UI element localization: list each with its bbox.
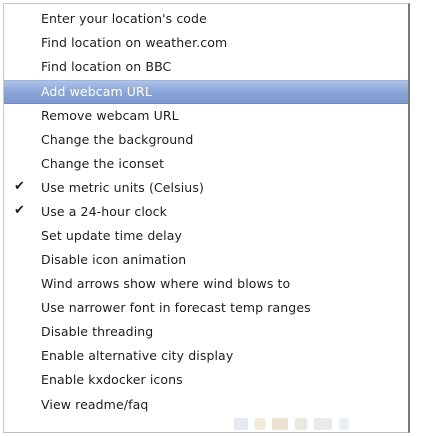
menu-item-disable-threading[interactable]: Disable threading <box>4 320 408 344</box>
menu-item-label: View readme/faq <box>41 397 149 412</box>
menu-item-enter-location-code[interactable]: Enter your location's code <box>4 7 408 31</box>
menu-item-find-weather-com[interactable]: Find location on weather.com <box>4 31 408 55</box>
menu-item-update-time-delay[interactable]: Set update time delay <box>4 224 408 248</box>
menu-item-label: Enable kxdocker icons <box>41 372 183 387</box>
menu-item-label: Add webcam URL <box>41 84 152 99</box>
menu-item-label: Use metric units (Celsius) <box>41 180 204 195</box>
checkmark-icon: ✔ <box>14 203 25 218</box>
menu-item-24-hour-clock[interactable]: ✔ Use a 24-hour clock <box>4 200 408 224</box>
background-bleed-through <box>234 415 410 432</box>
menu-item-label: Use a 24-hour clock <box>41 204 167 219</box>
menu-item-disable-icon-animation[interactable]: Disable icon animation <box>4 248 408 272</box>
menu-item-label: Change the background <box>41 132 194 147</box>
menu-item-label: Remove webcam URL <box>41 108 179 123</box>
menu-item-label: Use narrower font in forecast temp range… <box>41 300 311 315</box>
menu-item-add-webcam-url[interactable]: Add webcam URL <box>4 80 408 104</box>
menu-item-wind-arrows[interactable]: Wind arrows show where wind blows to <box>4 272 408 296</box>
menu-item-alternative-city-display[interactable]: Enable alternative city display <box>4 344 408 368</box>
menu-item-change-background[interactable]: Change the background <box>4 128 408 152</box>
menu-item-metric-units[interactable]: ✔ Use metric units (Celsius) <box>4 176 408 200</box>
menu-item-label: Disable threading <box>41 324 154 339</box>
checkmark-icon: ✔ <box>14 179 25 194</box>
menu-item-narrower-font[interactable]: Use narrower font in forecast temp range… <box>4 296 408 320</box>
menu-item-remove-webcam-url[interactable]: Remove webcam URL <box>4 104 408 128</box>
menu-item-label: Find location on weather.com <box>41 35 228 50</box>
menu-item-label: Find location on BBC <box>41 59 172 74</box>
menu-item-label: Enter your location's code <box>41 11 207 26</box>
menu-item-label: Change the iconset <box>41 156 165 171</box>
menu-item-label: Enable alternative city display <box>41 348 234 363</box>
menu-item-kxdocker-icons[interactable]: Enable kxdocker icons <box>4 368 408 392</box>
context-menu: Enter your location's code Find location… <box>3 3 410 433</box>
menu-item-label: Set update time delay <box>41 228 182 243</box>
menu-item-label: Disable icon animation <box>41 252 187 267</box>
menu-item-view-readme[interactable]: View readme/faq <box>4 393 408 417</box>
menu-item-label: Wind arrows show where wind blows to <box>41 276 291 291</box>
menu-item-find-bbc[interactable]: Find location on BBC <box>4 55 408 79</box>
menu-item-change-iconset[interactable]: Change the iconset <box>4 152 408 176</box>
